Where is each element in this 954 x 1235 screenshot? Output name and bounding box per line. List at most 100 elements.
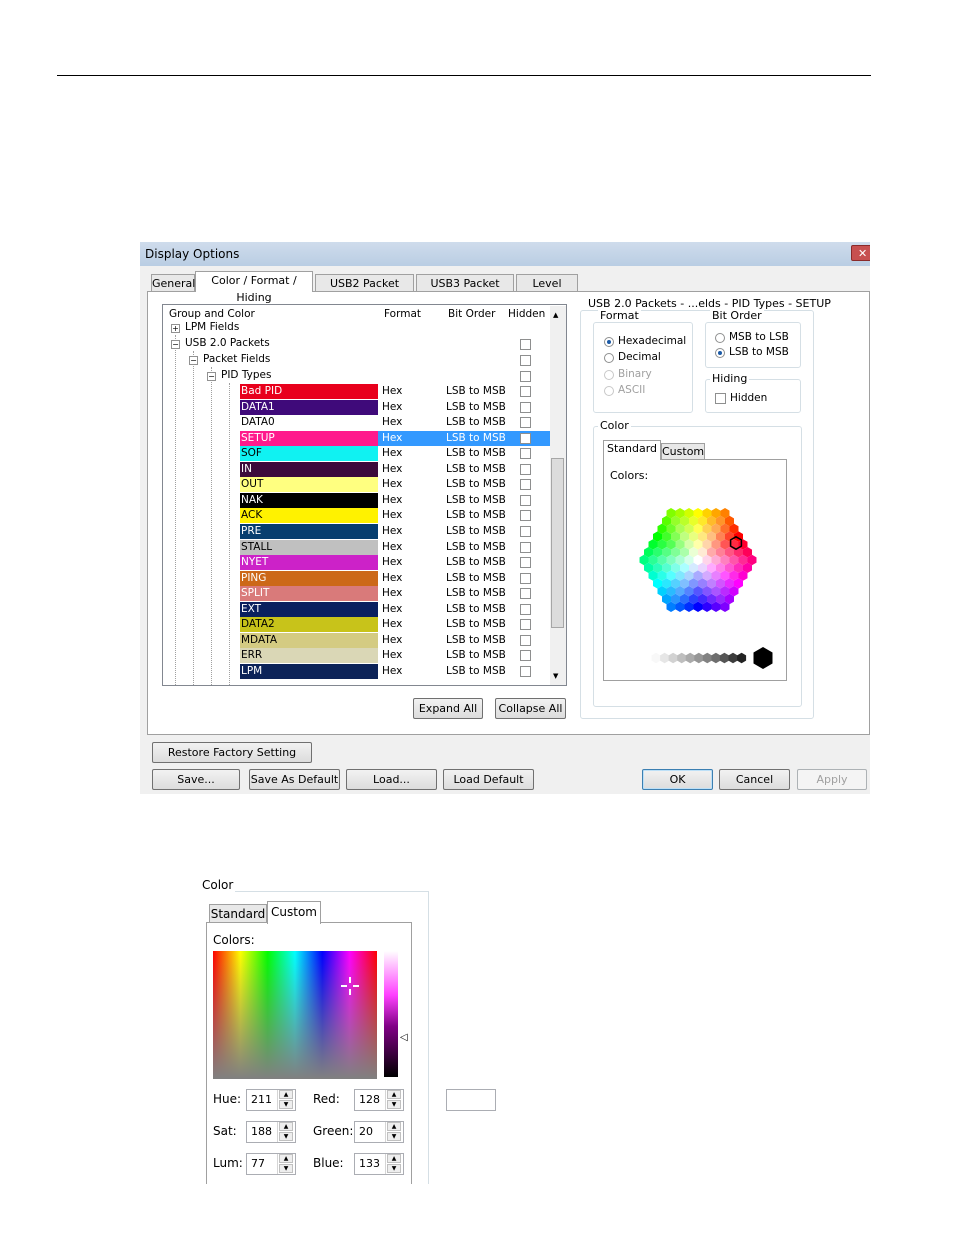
pid-row[interactable]: EXT Hex LSB to MSB (240, 601, 550, 617)
gray-hexagon[interactable] (737, 652, 747, 664)
save-as-default-button[interactable]: Save As Default (249, 769, 340, 790)
tab-usb3-packet-hiding[interactable]: USB3 Packet Hiding (416, 274, 514, 307)
pid-color-swatch[interactable]: PING (240, 570, 378, 586)
hidden-checkbox[interactable] (520, 665, 531, 677)
red-down-icon[interactable]: ▼ (387, 1100, 401, 1109)
hue-sat-field[interactable] (213, 951, 377, 1079)
hidden-checkbox[interactable] (520, 432, 531, 444)
collapse-icon[interactable]: − (171, 340, 180, 349)
sat-down-icon[interactable]: ▼ (279, 1132, 293, 1141)
gray-hexagon[interactable] (702, 652, 712, 664)
red-up-icon[interactable]: ▲ (387, 1090, 401, 1099)
hidden-checkbox[interactable] (520, 448, 531, 460)
gray-hexagon[interactable] (668, 652, 678, 664)
tree-node-lpm-fields[interactable]: LPM Fields (185, 321, 239, 333)
pid-row[interactable]: LPM Hex LSB to MSB (240, 663, 550, 679)
hidden-checkbox[interactable] (520, 494, 531, 506)
collapse-icon[interactable]: − (189, 356, 198, 365)
pid-color-swatch[interactable]: Bad PID (240, 384, 378, 399)
pid-color-swatch[interactable]: ERR (240, 648, 378, 664)
red-field[interactable]: 128 ▲ ▼ (354, 1089, 404, 1111)
scroll-down-icon[interactable]: ▼ (553, 672, 558, 680)
pid-color-swatch[interactable]: SPLIT (240, 586, 378, 602)
load-default-button[interactable]: Load Default (443, 769, 534, 790)
gray-hexagon[interactable] (719, 652, 729, 664)
collapse-all-button[interactable]: Collapse All (495, 698, 566, 719)
expand-icon[interactable]: + (171, 324, 180, 333)
pid-row[interactable]: ERR Hex LSB to MSB (240, 648, 550, 664)
hidden-checkbox[interactable] (520, 525, 531, 537)
pid-color-swatch[interactable]: MDATA (240, 632, 378, 648)
scroll-up-icon[interactable]: ▲ (553, 311, 558, 319)
cancel-button[interactable]: Cancel (719, 769, 790, 790)
header-group-and-color[interactable]: Group and Color (169, 308, 255, 320)
header-format[interactable]: Format (384, 308, 421, 320)
lum-down-icon[interactable]: ▼ (279, 1164, 293, 1173)
expand-all-button[interactable]: Expand All (413, 698, 483, 719)
radio-hexadecimal[interactable] (604, 337, 614, 347)
crosshair-icon[interactable] (341, 977, 359, 995)
pid-row[interactable]: IN Hex LSB to MSB (240, 461, 550, 477)
gray-hexagon[interactable] (711, 652, 721, 664)
hidden-checkbox[interactable] (520, 510, 531, 522)
pid-row[interactable]: PING Hex LSB to MSB (240, 570, 550, 586)
blue-field[interactable]: 133 ▲ ▼ (354, 1153, 404, 1175)
tree-node-packet-fields[interactable]: Packet Fields (203, 353, 270, 365)
hidden-checkbox[interactable] (520, 541, 531, 553)
hue-down-icon[interactable]: ▼ (279, 1100, 293, 1109)
header-bit-order[interactable]: Bit Order (448, 308, 495, 320)
close-icon[interactable]: ✕ (851, 245, 870, 261)
gray-hexagon[interactable] (694, 652, 704, 664)
hue-field[interactable]: 211 ▲ ▼ (246, 1089, 296, 1111)
tab-standard[interactable]: Standard (603, 440, 661, 460)
hidden-checkbox[interactable] (520, 355, 531, 366)
pid-color-swatch[interactable]: LPM (240, 663, 378, 679)
pid-row[interactable]: SOF Hex LSB to MSB (240, 446, 550, 462)
tab-color-format-hiding[interactable]: Color / Format / Hiding (195, 271, 313, 304)
lum-field[interactable]: 77 ▲ ▼ (246, 1153, 296, 1175)
pid-row[interactable]: DATA1 Hex LSB to MSB (240, 399, 550, 415)
hidden-checkbox[interactable] (520, 650, 531, 662)
tab-custom[interactable]: Custom (267, 901, 321, 924)
hue-stepper[interactable] (446, 1089, 496, 1111)
luminance-arrow-icon[interactable]: ◁ (400, 1032, 408, 1043)
sat-field[interactable]: 188 ▲ ▼ (246, 1121, 296, 1143)
group-color-tree[interactable]: Group and Color Format Bit Order Hidden … (162, 304, 567, 686)
pid-row[interactable]: PRE Hex LSB to MSB (240, 523, 550, 539)
pid-color-swatch[interactable]: PRE (240, 523, 378, 539)
pid-row[interactable]: SETUP Hex LSB to MSB (240, 430, 550, 446)
tab-general[interactable]: General (151, 274, 195, 291)
pid-color-swatch[interactable]: ACK (240, 508, 378, 524)
hidden-checkbox[interactable] (520, 557, 531, 569)
tab-level-hiding[interactable]: Level Hiding (516, 274, 578, 307)
hidden-checkbox[interactable] (520, 463, 531, 475)
green-down-icon[interactable]: ▼ (387, 1132, 401, 1141)
luminance-bar[interactable] (384, 951, 398, 1077)
pid-color-swatch[interactable]: EXT (240, 601, 378, 617)
pid-color-swatch[interactable]: DATA0 (240, 415, 378, 431)
tab-standard[interactable]: Standard (209, 904, 267, 923)
tab-usb2-packet-hiding[interactable]: USB2 Packet Hiding (315, 274, 414, 307)
pid-row[interactable]: OUT Hex LSB to MSB (240, 477, 550, 493)
hidden-checkbox[interactable] (520, 479, 531, 491)
hidden-checkbox[interactable] (520, 371, 531, 382)
hidden-checkbox[interactable] (715, 393, 726, 404)
collapse-icon[interactable]: − (207, 372, 216, 381)
radio-msb-to-lsb[interactable] (715, 333, 725, 343)
hidden-checkbox[interactable] (520, 339, 531, 350)
radio-lsb-to-msb[interactable] (715, 348, 725, 358)
sat-up-icon[interactable]: ▲ (279, 1122, 293, 1131)
pid-row[interactable]: NYET Hex LSB to MSB (240, 555, 550, 571)
gray-hexagon[interactable] (685, 652, 695, 664)
gray-hexagon[interactable] (651, 652, 661, 664)
pid-row[interactable]: ACK Hex LSB to MSB (240, 508, 550, 524)
save-button[interactable]: Save... (152, 769, 240, 790)
pid-color-swatch[interactable]: NAK (240, 492, 378, 508)
hidden-checkbox[interactable] (520, 634, 531, 646)
tab-custom[interactable]: Custom (661, 443, 705, 460)
green-field[interactable]: 20 ▲ ▼ (354, 1121, 404, 1143)
pid-color-swatch[interactable]: SETUP (240, 430, 378, 446)
hidden-checkbox[interactable] (520, 572, 531, 584)
hidden-checkbox[interactable] (520, 401, 531, 413)
pid-color-swatch[interactable]: DATA2 (240, 617, 378, 633)
